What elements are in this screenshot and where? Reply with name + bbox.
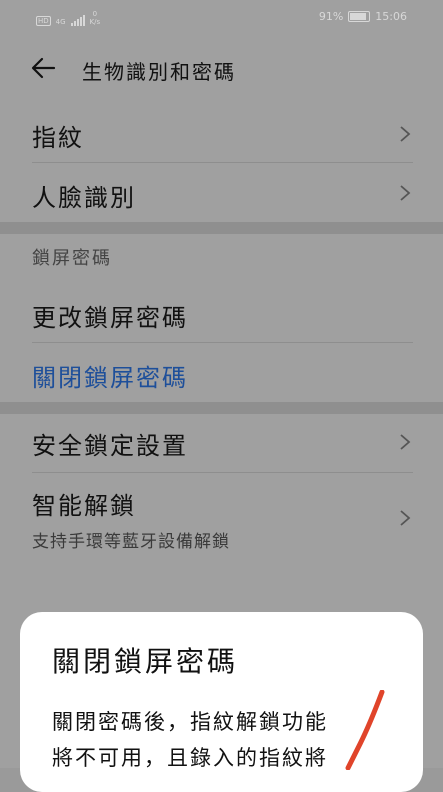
smart-unlock-row[interactable]: 智能解鎖 支持手環等藍牙設備解鎖 — [0, 474, 443, 564]
chevron-right-icon — [400, 126, 411, 142]
secure-lock-settings-label: 安全鎖定設置 — [32, 432, 188, 460]
chevron-right-icon — [400, 434, 411, 450]
status-bar: HD 4G 0 K/s 91% 15:06 — [0, 0, 443, 36]
change-lock-password-label: 更改鎖屏密碼 — [32, 304, 188, 332]
status-right: 91% 15:06 — [319, 10, 407, 23]
divider — [32, 342, 413, 343]
network-type: 4G — [55, 18, 66, 26]
change-lock-password-row[interactable]: 更改鎖屏密碼 — [0, 284, 443, 342]
divider — [32, 472, 413, 473]
screen: HD 4G 0 K/s 91% 15:06 生物識別和密碼 指紋 人臉識別 鎖屏… — [0, 0, 443, 792]
chevron-right-icon — [400, 510, 411, 526]
clock: 15:06 — [375, 10, 407, 23]
status-left: HD 4G 0 K/s — [36, 10, 100, 26]
dialog-title: 關閉鎖屏密碼 — [52, 645, 239, 678]
net-speed-unit: K/s — [89, 18, 101, 26]
fingerprint-label: 指紋 — [32, 124, 84, 152]
battery-percent: 91% — [318, 10, 344, 23]
disable-lock-password-label: 關閉鎖屏密碼 — [32, 364, 188, 392]
fingerprint-row[interactable]: 指紋 — [0, 104, 443, 164]
section-separator — [0, 402, 443, 414]
chevron-right-icon — [400, 185, 411, 201]
signal-icon — [70, 15, 85, 26]
battery-icon — [348, 11, 371, 22]
smart-unlock-label: 智能解鎖 — [32, 492, 136, 520]
net-speed: 0 K/s — [90, 10, 101, 26]
section-separator — [0, 222, 443, 234]
section-header-lock-password: 鎖屏密碼 — [32, 248, 112, 269]
disable-lock-password-row[interactable]: 關閉鎖屏密碼 — [0, 344, 443, 402]
back-arrow-icon[interactable] — [30, 54, 58, 82]
page-title: 生物識別和密碼 — [82, 60, 236, 84]
app-header: 生物識別和密碼 — [0, 44, 443, 94]
secure-lock-settings-row[interactable]: 安全鎖定設置 — [0, 414, 443, 472]
hd-badge: HD — [36, 16, 51, 26]
face-recognition-label: 人臉識別 — [32, 184, 136, 212]
face-recognition-row[interactable]: 人臉識別 — [0, 164, 443, 222]
annotation-stroke — [345, 690, 385, 770]
net-speed-value: 0 — [92, 10, 98, 18]
smart-unlock-description: 支持手環等藍牙設備解鎖 — [32, 532, 230, 552]
divider — [32, 162, 413, 163]
